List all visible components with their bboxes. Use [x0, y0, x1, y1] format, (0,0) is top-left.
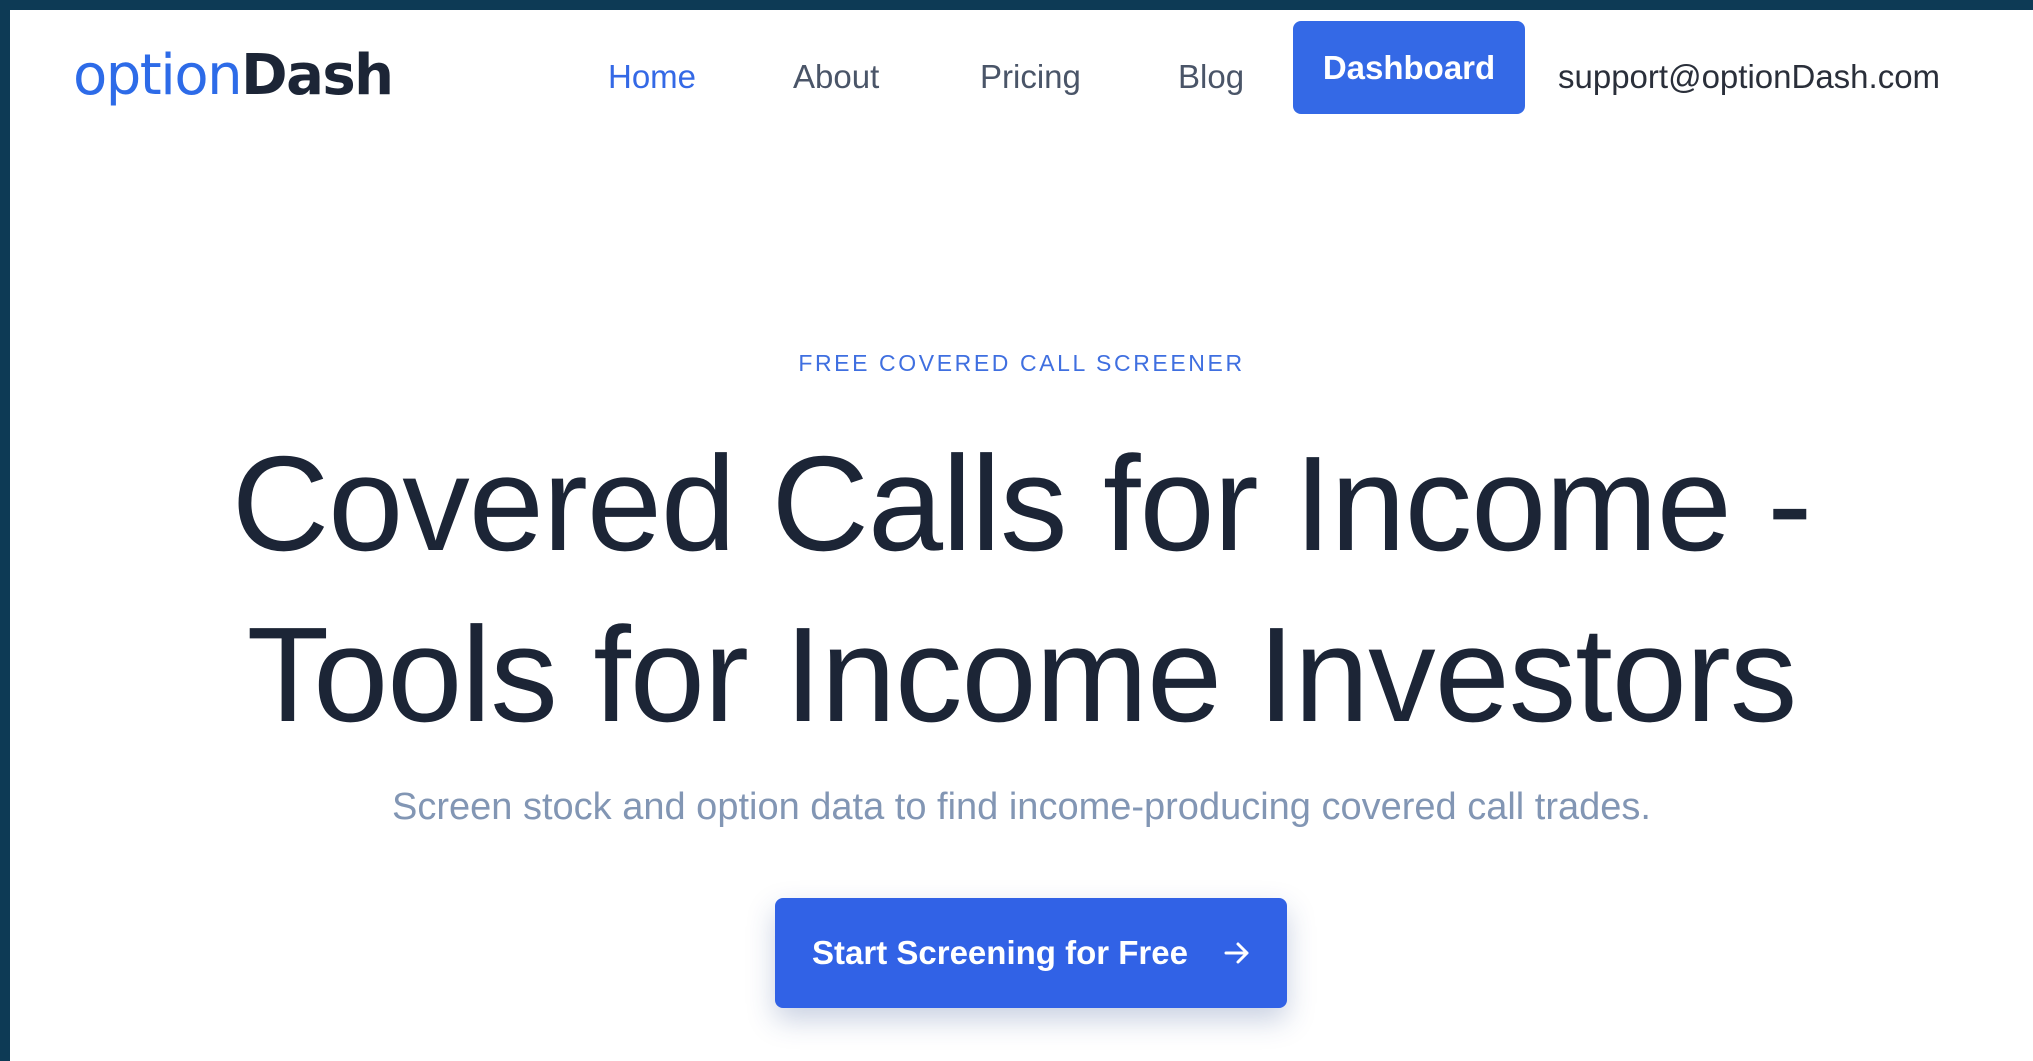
- logo-part-option: option: [73, 43, 243, 108]
- headline-line-1: Covered Calls for Income -: [231, 428, 1813, 579]
- page: optionDash Home About Pricing Blog Dashb…: [10, 10, 2033, 1061]
- hero-subtitle: Screen stock and option data to find inc…: [392, 786, 1651, 828]
- hero-headline: Covered Calls for Income - Tools for Inc…: [10, 418, 2033, 760]
- headline-line-2: Tools for Income Investors: [246, 599, 1798, 750]
- logo-part-dash: Dash: [241, 43, 394, 108]
- start-screening-button[interactable]: Start Screening for Free: [775, 898, 1287, 1008]
- hero-eyebrow: FREE COVERED CALL SCREENER: [798, 350, 1245, 376]
- cta-label: Start Screening for Free: [812, 934, 1188, 971]
- arrow-right-icon: [1224, 941, 1250, 965]
- nav-blog-link[interactable]: Blog: [1178, 60, 1244, 93]
- nav-home-link[interactable]: Home: [608, 60, 696, 93]
- nav-pricing-link[interactable]: Pricing: [980, 60, 1081, 93]
- optiondash-logo[interactable]: optionDash: [73, 48, 394, 104]
- dashboard-button[interactable]: Dashboard: [1293, 21, 1525, 114]
- support-email[interactable]: support@optionDash.com: [1558, 60, 1940, 93]
- nav-about-link[interactable]: About: [793, 60, 879, 93]
